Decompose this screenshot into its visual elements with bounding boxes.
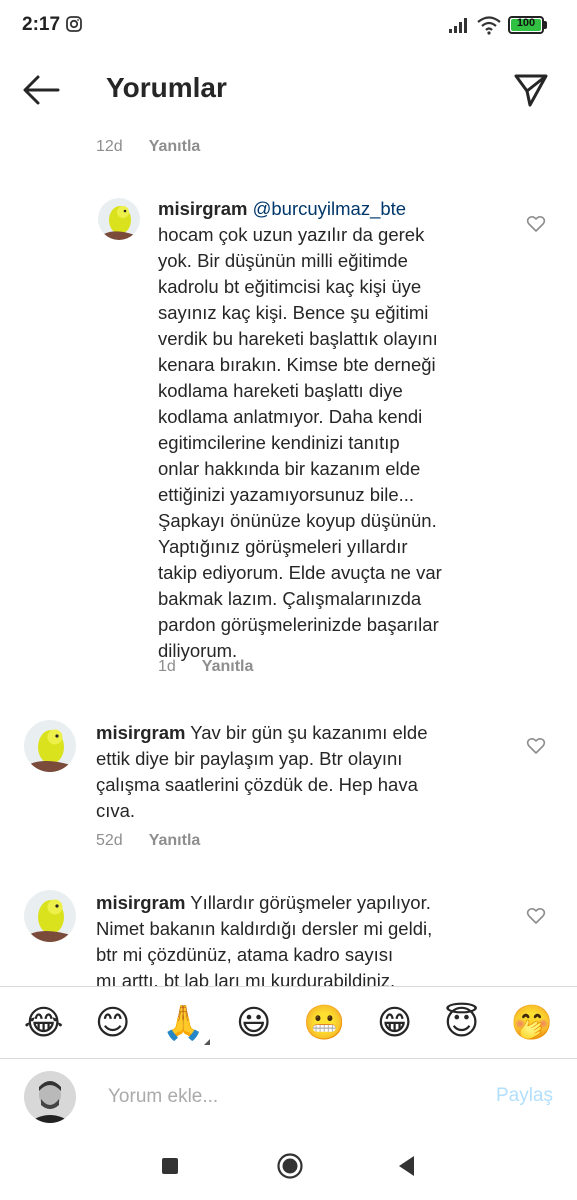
emoji-button[interactable]: 😇 (444, 1003, 479, 1043)
comment-meta: 52d Yanıtla (96, 832, 200, 850)
heart-icon[interactable] (526, 736, 546, 756)
comment-line: Yaptığınız görüşmeleri yıllardır (158, 536, 408, 557)
comment-username[interactable]: misirgram (158, 198, 247, 219)
comment-body: misirgram Yav bir gün şu kazanımı elde e… (96, 720, 506, 824)
comment-line: çalışma saatlerini çözdük de. Hep hava (96, 774, 418, 795)
instagram-notification-icon (66, 16, 82, 32)
recents-button[interactable] (162, 1158, 178, 1174)
battery-icon: 100 (508, 16, 544, 34)
comment-line: takip ediyorum. Elde avuçta ne var (158, 562, 442, 583)
comment-line: ettiğinizi yazamıyorsunuz bile... (158, 484, 415, 505)
comment: misirgram Yav bir gün şu kazanımı elde e… (0, 718, 577, 858)
emoji-button[interactable]: 🙏 (162, 1002, 211, 1045)
comment-body: misirgram Yıllardır görüşmeler yapılıyor… (96, 890, 516, 986)
avatar[interactable] (98, 198, 140, 240)
comment-line: Şapkayı önünüze koyup düşünün. (158, 510, 437, 531)
comment-meta: 1d Yanıtla (158, 658, 253, 676)
comment-line: cıva. (96, 800, 136, 821)
heart-icon[interactable] (526, 214, 546, 234)
share-button[interactable]: Paylaş (496, 1085, 553, 1107)
reply-button[interactable]: Yanıtla (149, 832, 201, 850)
comment-time: 1d (158, 658, 176, 675)
current-user-avatar (24, 1071, 76, 1123)
home-button[interactable] (276, 1152, 304, 1180)
comment-line: hocam çok uzun yazılır da gerek (158, 224, 425, 245)
comment: misirgram Yıllardır görüşmeler yapılıyor… (0, 888, 577, 986)
page-title: Yorumlar (106, 72, 227, 103)
signal-icon (449, 18, 467, 33)
status-icons: 100 (448, 14, 547, 36)
system-back-button[interactable] (396, 1154, 416, 1178)
comment-line: verdik bu hareketi başlattık olayını (158, 328, 438, 349)
comment-line: Yav bir gün şu kazanımı elde (185, 722, 428, 743)
comment-line: egitimcilerine kendinizi tanıtıp (158, 432, 400, 453)
comment-username[interactable]: misirgram (96, 892, 185, 913)
emoji-button[interactable]: 😁 (377, 1003, 412, 1043)
avatar[interactable] (24, 890, 76, 942)
mention-link[interactable]: @burcuyilmaz_bte (253, 198, 406, 219)
previous-comment-meta: 12d Yanıtla (96, 138, 200, 156)
comment-line: mı arttı, bt lab ları mı kurdurabildiniz… (96, 970, 396, 986)
avatar[interactable] (24, 720, 76, 772)
battery-level: 100 (516, 17, 536, 29)
comment-time: 12d (96, 138, 123, 155)
comment-line: yok. Bir düşünün milli eğitimde (158, 250, 408, 271)
emoji-button[interactable]: 😂 (24, 1003, 64, 1043)
direct-send-icon[interactable] (510, 70, 550, 110)
comment-line: Yıllardır görüşmeler yapılıyor. (185, 892, 431, 913)
comment-line: kadrolu bt eğitimcisi kaç kişi üye (158, 276, 422, 297)
system-nav-bar (0, 1134, 577, 1200)
comment-input[interactable] (106, 1081, 470, 1113)
back-arrow-icon[interactable] (20, 72, 62, 108)
status-time: 2:17 (22, 14, 61, 35)
emoji-button[interactable]: 🤭 (511, 1003, 553, 1043)
comment-line: kenara bırakın. Kimse bte derneği (158, 354, 436, 375)
comment-line: ettik diye bir paylaşım yap. Btr olayını (96, 748, 403, 769)
emoji-button[interactable]: 😬 (303, 1003, 345, 1043)
emoji-bar: 😂 😊 🙏 😃 😬 😁 😇 🤭 (0, 986, 577, 1058)
comment-reply: misirgram @burcuyilmaz_bte hocam çok uzu… (0, 194, 577, 694)
emoji-glyph: 🙏 (162, 1002, 205, 1043)
wifi-icon (477, 16, 501, 35)
comment-line: kodlama hareketi başlattı diye (158, 380, 403, 401)
status-bar: 2:17 100 (0, 0, 577, 52)
comment-input-bar: Paylaş (0, 1058, 577, 1135)
comment-username[interactable]: misirgram (96, 722, 185, 743)
comment-line: kodlama anlatmıyor. Daha kendi (158, 406, 423, 427)
reply-button[interactable]: Yanıtla (149, 138, 201, 156)
comment-body: misirgram @burcuyilmaz_bte hocam çok uzu… (158, 196, 498, 664)
comment-line: sayınız kaç kişi. Bence şu eğitimi (158, 302, 429, 323)
skin-tone-indicator-icon (204, 1033, 211, 1045)
reply-button[interactable]: Yanıtla (202, 658, 254, 676)
header: Yorumlar (0, 52, 577, 128)
comment-line: onlar hakkında bir kazanım elde (158, 458, 421, 479)
comment-line: btr mi çözdünüz, atama kadro sayısı (96, 944, 394, 965)
comment-line: bakmak lazım. Çalışmalarınızda (158, 588, 422, 609)
heart-icon[interactable] (526, 906, 546, 926)
comment-time: 52d (96, 832, 123, 849)
emoji-button[interactable]: 😃 (236, 1003, 271, 1043)
comment-line: pardon görüşmelerinizde başarılar (158, 614, 439, 635)
emoji-button[interactable]: 😊 (95, 1003, 130, 1043)
comment-line: Nimet bakanın kaldırdığı dersler mi geld… (96, 918, 433, 939)
comments-list[interactable]: 12d Yanıtla misirgram @burcuyilmaz_bte h… (0, 128, 577, 986)
